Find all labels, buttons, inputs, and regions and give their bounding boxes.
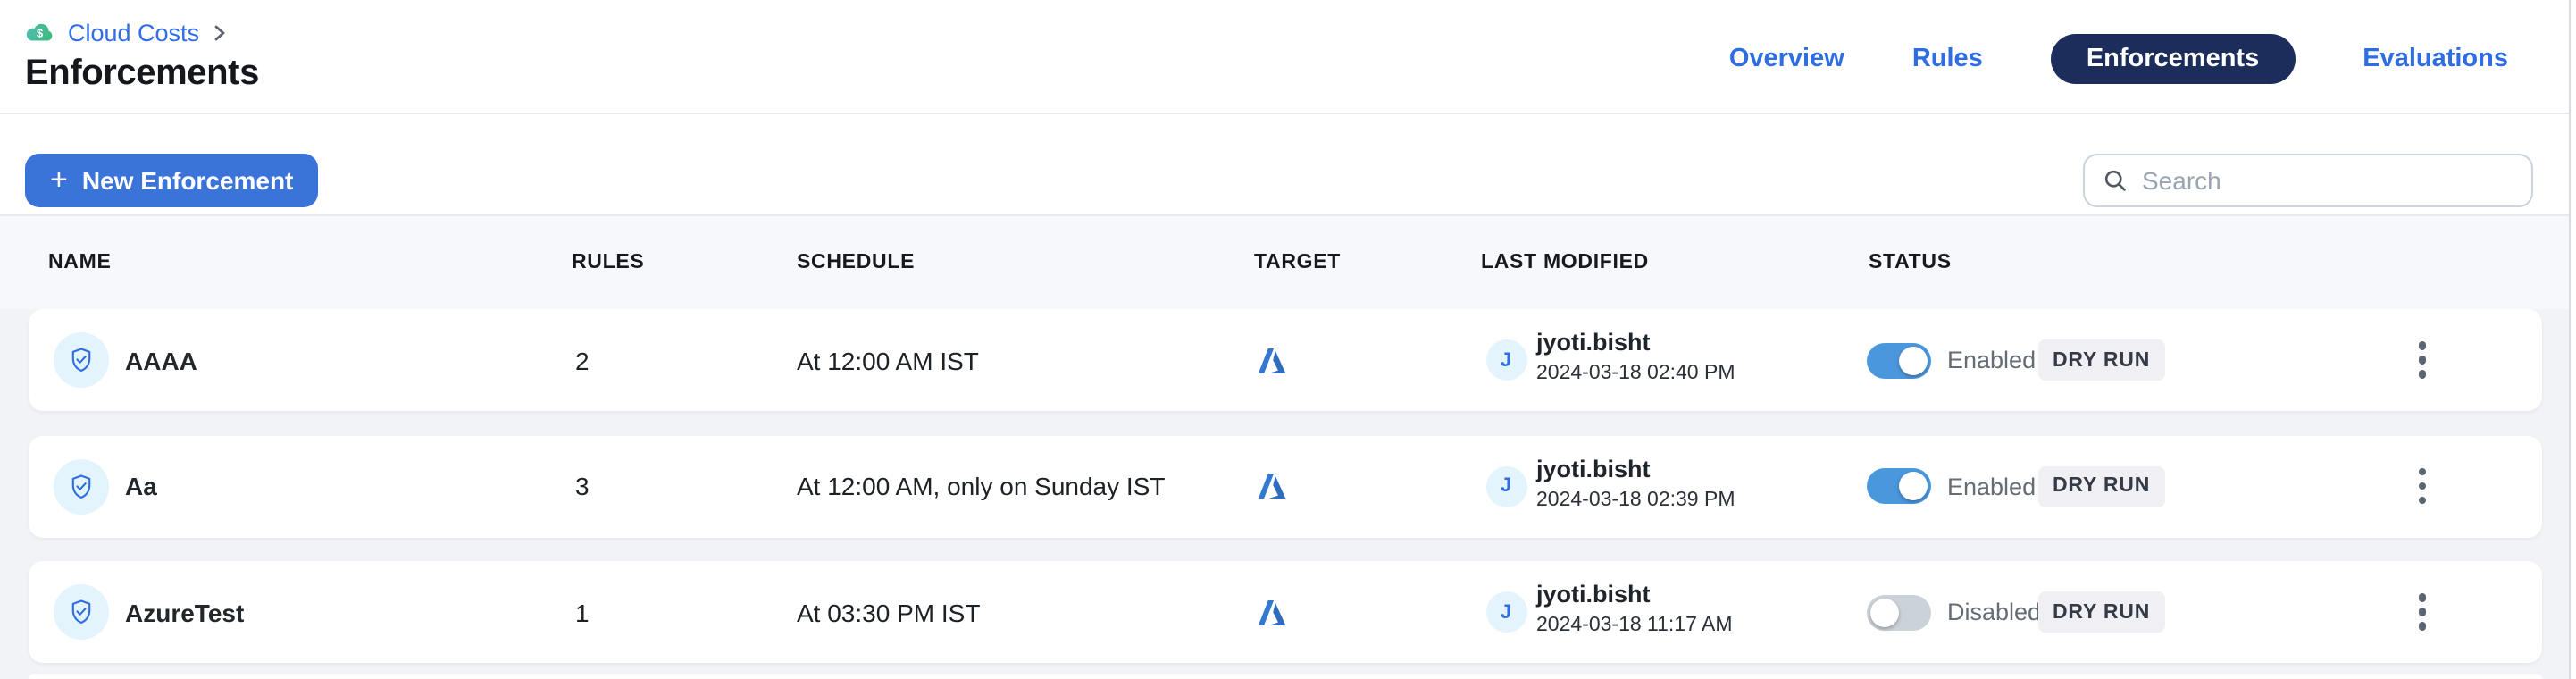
breadcrumb-link-cloud-costs[interactable]: Cloud Costs (68, 20, 199, 46)
last-modified-cell: jyoti.bisht 2024-03-18 02:39 PM (1536, 455, 1735, 514)
enforcement-name: AAAA (125, 309, 197, 411)
modified-by: jyoti.bisht (1536, 581, 1733, 609)
toggle-knob (1870, 598, 1899, 626)
modified-at: 2024-03-18 02:40 PM (1536, 361, 1735, 388)
table-row[interactable]: AzureTest 1 At 03:30 PM IST J jyoti.bish… (29, 561, 2542, 663)
svg-text:$: $ (37, 27, 44, 40)
last-modified-cell: jyoti.bisht 2024-03-18 11:17 AM (1536, 581, 1733, 640)
dry-run-badge: DRY RUN (2038, 465, 2164, 507)
schedule-text: At 12:00 AM, only on Sunday IST (797, 435, 1165, 537)
kebab-menu-icon[interactable] (2405, 309, 2440, 411)
enforcement-name: Aa (125, 435, 157, 537)
shield-check-icon (53, 458, 108, 514)
new-enforcement-label: New Enforcement (82, 166, 294, 195)
schedule-text: At 03:30 PM IST (797, 561, 980, 663)
dry-run-badge: DRY RUN (2038, 340, 2164, 381)
modified-at: 2024-03-18 02:39 PM (1536, 487, 1735, 514)
last-modified-cell: jyoti.bisht 2024-03-18 02:40 PM (1536, 329, 1735, 388)
status-label: Enabled (1947, 309, 2036, 411)
search-input[interactable] (2142, 166, 2513, 195)
table-header-row: NAME RULES SCHEDULE TARGET LAST MODIFIED… (0, 216, 2576, 309)
avatar: J (1485, 591, 1526, 633)
new-enforcement-button[interactable]: + New Enforcement (25, 154, 318, 207)
chevron-right-icon (212, 25, 226, 41)
column-header-last-modified: LAST MODIFIED (1481, 216, 1649, 309)
table-row[interactable]: AAAA 2 At 12:00 AM IST J jyoti.bisht 202… (29, 309, 2542, 411)
azure-icon (1258, 309, 1286, 411)
modified-at: 2024-03-18 11:17 AM (1536, 613, 1733, 640)
rules-count: 2 (575, 309, 590, 411)
next-row-peek (29, 673, 2542, 679)
search-icon (2103, 168, 2128, 193)
column-header-schedule: SCHEDULE (797, 216, 915, 309)
page-title: Enforcements (25, 54, 259, 95)
rules-count: 1 (575, 561, 590, 663)
rules-count: 3 (575, 435, 590, 537)
avatar: J (1485, 465, 1526, 507)
tab-rules[interactable]: Rules (1912, 34, 1983, 84)
breadcrumb: $ Cloud Costs (25, 20, 226, 46)
kebab-menu-icon[interactable] (2405, 435, 2440, 537)
tab-enforcements[interactable]: Enforcements (2051, 34, 2295, 84)
column-header-rules: RULES (572, 216, 644, 309)
shield-check-icon (53, 584, 108, 640)
toggle-knob (1899, 346, 1928, 374)
column-header-target: TARGET (1254, 216, 1341, 309)
enforcements-table: NAME RULES SCHEDULE TARGET LAST MODIFIED… (0, 216, 2576, 679)
dry-run-badge: DRY RUN (2038, 591, 2164, 633)
column-header-status: STATUS (1869, 216, 1952, 309)
enabled-toggle[interactable] (1867, 342, 1931, 378)
search-box[interactable] (2083, 154, 2533, 207)
cloud-dollar-icon: $ (25, 21, 55, 45)
enforcements-page: $ Cloud Costs Enforcements Overview Rule… (0, 0, 2576, 679)
scrollbar-track[interactable] (2569, 0, 2576, 679)
modified-by: jyoti.bisht (1536, 455, 1735, 483)
enabled-toggle[interactable] (1867, 468, 1931, 504)
column-header-name: NAME (48, 216, 112, 309)
title-band: $ Cloud Costs Enforcements Overview Rule… (0, 0, 2576, 114)
tab-overview[interactable]: Overview (1729, 34, 1844, 84)
plus-icon: + (50, 164, 68, 195)
shield-check-icon (53, 332, 108, 388)
enabled-toggle[interactable] (1867, 594, 1931, 630)
schedule-text: At 12:00 AM IST (797, 309, 979, 411)
azure-icon (1258, 561, 1286, 663)
module-tabs: Overview Rules Enforcements Evaluations (1729, 34, 2508, 84)
toolbar: + New Enforcement (0, 114, 2576, 216)
modified-by: jyoti.bisht (1536, 329, 1735, 357)
enforcement-name: AzureTest (125, 561, 244, 663)
status-label: Disabled (1947, 561, 2041, 663)
kebab-menu-icon[interactable] (2405, 561, 2440, 663)
table-row[interactable]: Aa 3 At 12:00 AM, only on Sunday IST J j… (29, 435, 2542, 537)
toggle-knob (1899, 472, 1928, 500)
tab-evaluations[interactable]: Evaluations (2363, 34, 2508, 84)
status-label: Enabled (1947, 435, 2036, 537)
avatar: J (1485, 340, 1526, 381)
azure-icon (1258, 435, 1286, 537)
